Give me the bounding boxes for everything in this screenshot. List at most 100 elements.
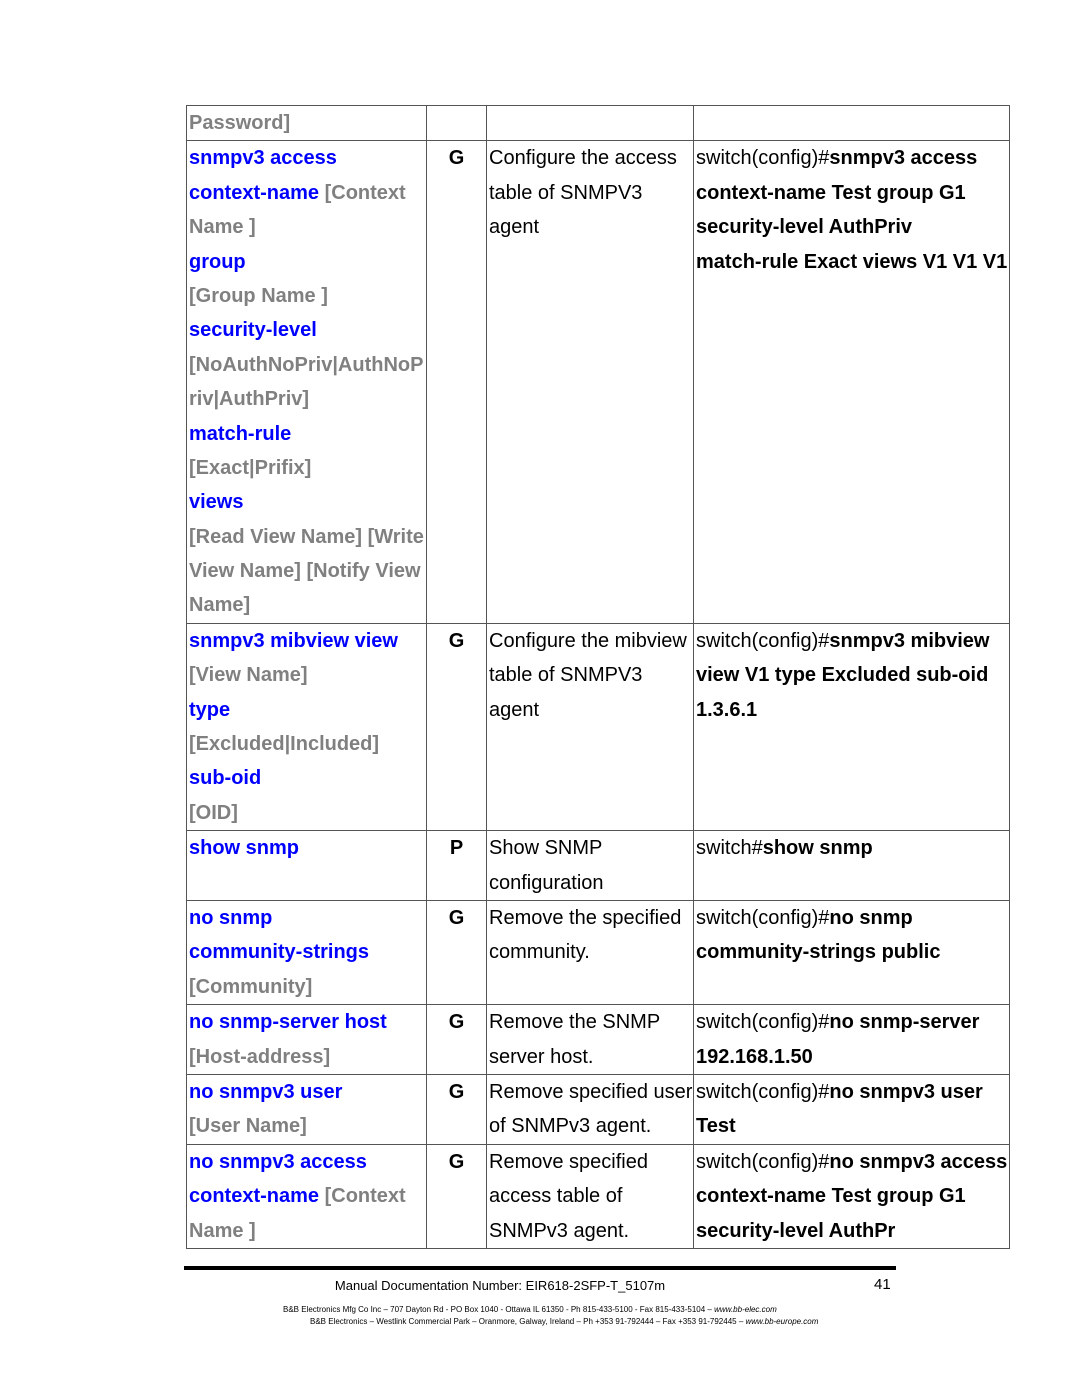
example-command: show snmp (762, 837, 873, 860)
command-parameter: [Context (319, 181, 406, 204)
table-row: no snmp community-strings [Community] G Remo… (186, 899, 1010, 1006)
command-line: match-rule (189, 417, 424, 451)
command-parameter: [NoAuthNoPriv|AuthNoP (189, 353, 424, 376)
example-line: context-name Test group G1 (696, 1179, 1007, 1213)
description-cell: Remove specified access table of SNMPv3 ag… (486, 1143, 694, 1249)
description-line: table of SNMPV3 (489, 181, 643, 204)
website: www.bb-europe.com (745, 1317, 819, 1326)
doc-number: Manual Documentation Number: EIR618-2SFP… (334, 1278, 666, 1293)
example-command: 1.3.6.1 (696, 698, 758, 721)
example-command: context-name Test group G1 (696, 181, 966, 204)
example-cell: switch(config)#no snmp community-strings … (693, 899, 1010, 1006)
command-line: Name ] (189, 1214, 424, 1248)
command-line: riv|AuthPriv] (189, 382, 424, 416)
example-cell: switch(config)#snmpv3 access context-name… (693, 140, 1010, 624)
description-line: Show SNMP (489, 837, 603, 860)
command-line: show snmp (189, 832, 424, 866)
example-command: no snmpv3 user (829, 1080, 983, 1103)
description-line: table of SNMPV3 (489, 664, 643, 687)
description-line: community. (489, 941, 590, 964)
example-cell: switch(config)#no snmpv3 user Test (693, 1073, 1010, 1145)
example-command: no snmpv3 access (829, 1150, 1008, 1173)
command-keyword: show snmp (189, 837, 300, 860)
example-command: no snmp-server (829, 1011, 980, 1034)
command-parameter: Name ] (189, 1219, 256, 1242)
footer-rule (184, 1266, 896, 1270)
privilege-cell: P (426, 830, 487, 901)
description-line: of SNMPv3 agent. (489, 1115, 652, 1138)
command-line: [NoAuthNoPriv|AuthNoP (189, 348, 424, 382)
description-cell: Configure the mibview table of SNMPV3 agen… (486, 622, 694, 832)
privilege-cell: G (426, 1073, 487, 1145)
description-line: server host. (489, 1045, 594, 1068)
example-line: switch(config)#no snmpv3 user (696, 1075, 1007, 1109)
description-line: Remove the SNMP (489, 1011, 661, 1034)
command-line: [Read View Name] [Write (189, 520, 424, 554)
privilege-cell (426, 104, 487, 142)
command-cell: no snmpv3 access context-name [Context Nam… (186, 1143, 427, 1249)
example-line: switch(config)#no snmp (696, 901, 1007, 935)
example-line: switch(config)#no snmp-server (696, 1006, 1007, 1040)
command-cell: snmpv3 access context-name [Context Name ]… (186, 140, 427, 624)
description-line: configuration (489, 871, 604, 894)
description-cell: Show SNMP configuration (486, 830, 694, 901)
example-command: context-name Test group G1 (696, 1185, 966, 1208)
example-prompt: switch(config)# (696, 906, 830, 929)
example-line: switch(config)#snmpv3 access (696, 142, 1007, 176)
address-eu: B&B Electronics – Westlink Commercial Pa… (310, 1317, 818, 1326)
example-line: switch(config)#snmpv3 mibview (696, 624, 1007, 658)
command-line: [Host-address] (189, 1040, 424, 1074)
example-line: security-level AuthPriv (696, 210, 1007, 244)
example-command: match-rule Exact views V1 V1 V1 (696, 250, 1008, 273)
page-number: 41 (874, 1276, 891, 1293)
address-text: B&B Electronics Mfg Co Inc – 707 Dayton … (283, 1305, 715, 1314)
table-row: snmpv3 mibview view [View Name] type [Exclu… (186, 622, 1010, 832)
example-line: context-name Test group G1 (696, 176, 1007, 210)
command-parameter: [Group Name ] (189, 284, 328, 307)
description-cell: Remove the specified community. (486, 899, 694, 1006)
description-line: Remove specified user (489, 1080, 693, 1103)
command-keyword: type (189, 698, 231, 721)
command-line: Name ] (189, 210, 424, 244)
command-keyword: no snmp (189, 906, 273, 929)
example-command: community-strings public (696, 941, 941, 964)
privilege-cell: G (426, 1004, 487, 1075)
command-keyword: group (189, 250, 246, 273)
example-command: snmpv3 mibview (829, 629, 990, 652)
command-parameter: [Excluded|Included] (189, 733, 380, 756)
command-line: snmpv3 access (189, 142, 424, 176)
command-parameter: Name ] (189, 216, 256, 239)
description-line: SNMPv3 agent. (489, 1219, 630, 1242)
example-cell: switch(config)#no snmp-server 192.168.1.5… (693, 1004, 1010, 1075)
privilege-cell: G (426, 899, 487, 1006)
command-line: [OID] (189, 796, 424, 830)
description-line: access table of (489, 1185, 623, 1208)
command-line: context-name [Context (189, 1179, 424, 1213)
command-line: [Exact|Prifix] (189, 451, 424, 485)
example-command: snmpv3 access (829, 147, 978, 170)
example-line: Test (696, 1109, 1007, 1143)
command-line: no snmpv3 user (189, 1075, 424, 1109)
command-keyword: no snmpv3 access (189, 1150, 367, 1173)
description-line: Configure the mibview (489, 629, 687, 652)
example-cell: switch#show snmp (693, 830, 1010, 901)
command-line: sub-oid (189, 761, 424, 795)
example-command: Test (696, 1115, 736, 1138)
command-parameter: Password] (189, 112, 291, 134)
website: www.bb-elec.com (714, 1305, 777, 1314)
command-line: Name] (189, 588, 424, 622)
command-line: no snmp-server host (189, 1006, 424, 1040)
command-cell: no snmp-server host [Host-address] (186, 1004, 427, 1075)
example-cell: switch(config)#no snmpv3 access context-n… (693, 1143, 1010, 1249)
command-keyword: sub-oid (189, 767, 262, 790)
address-us: B&B Electronics Mfg Co Inc – 707 Dayton … (283, 1305, 777, 1314)
description-cell: Remove the SNMP server host. (486, 1004, 694, 1075)
command-parameter: [Host-address] (189, 1045, 331, 1068)
command-parameter: [Context (319, 1185, 406, 1208)
command-line: group (189, 245, 424, 279)
command-parameter: [Exact|Prifix] (189, 456, 312, 479)
command-parameter: Name] (189, 594, 251, 617)
command-line: snmpv3 mibview view (189, 624, 424, 658)
example-command: security-level AuthPr (696, 1219, 896, 1242)
privilege-cell: G (426, 140, 487, 624)
